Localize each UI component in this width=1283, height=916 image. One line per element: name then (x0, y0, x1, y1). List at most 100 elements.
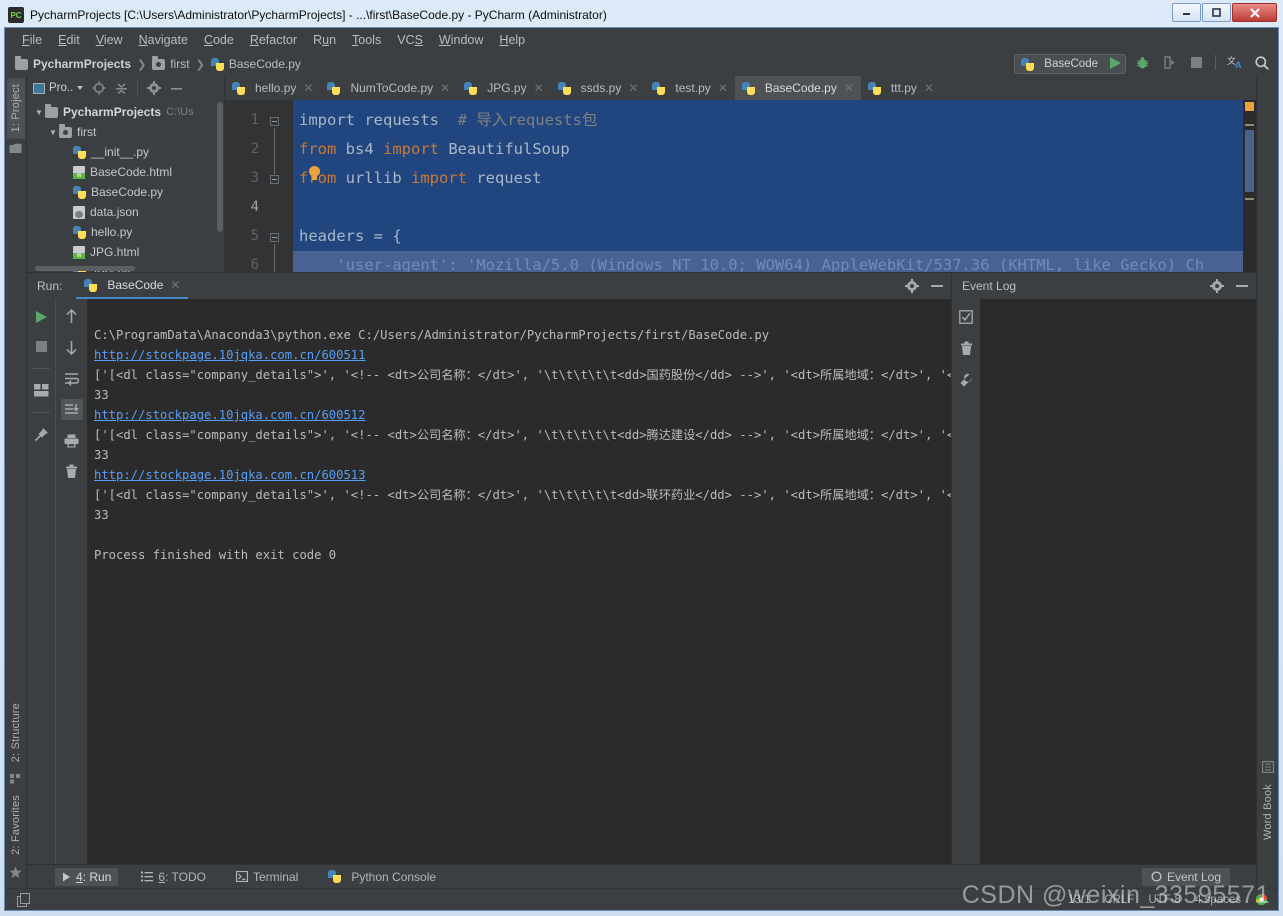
structure-icon[interactable] (9, 773, 22, 784)
menu-refactor[interactable]: Refactor (243, 31, 304, 49)
project-horizontal-scrollbar[interactable] (35, 266, 135, 271)
print-icon[interactable] (61, 430, 83, 451)
run-coverage-icon[interactable] (1161, 54, 1178, 71)
toggle-tool-windows-icon[interactable] (17, 893, 30, 907)
sidebar-item-project[interactable]: 1: Project (6, 78, 25, 139)
settings-wrench-icon[interactable] (955, 370, 977, 391)
close-icon[interactable]: ✕ (844, 81, 854, 95)
editor-gutter[interactable]: 1 2 3 4 5 6 (225, 100, 293, 272)
bottom-tab-run[interactable]: 4: Run (55, 867, 119, 886)
folder-icon[interactable] (9, 143, 22, 154)
menu-view[interactable]: View (89, 31, 130, 49)
sidebar-item-favorites[interactable]: 2: Favorites (7, 789, 25, 861)
mark-read-icon[interactable] (955, 306, 977, 327)
breadcrumb-item-project[interactable]: PycharmProjects (33, 57, 131, 71)
minimize-button[interactable] (1172, 3, 1201, 22)
stop-icon[interactable] (1188, 54, 1205, 71)
translate-icon[interactable]: 文 A (1226, 54, 1243, 71)
bottom-tab-python-console[interactable]: Python Console (321, 868, 443, 886)
word-book-icon[interactable] (1261, 760, 1274, 773)
sidebar-item-structure[interactable]: 2: Structure (7, 697, 25, 768)
fold-marker-line1[interactable] (270, 117, 279, 126)
stop-icon[interactable] (30, 336, 52, 357)
menu-file[interactable]: File (15, 31, 49, 49)
tree-node-jpg-html[interactable]: JPG.html (27, 242, 224, 262)
bottom-tab-terminal[interactable]: Terminal (229, 868, 305, 886)
breadcrumb-item-file[interactable]: BaseCode.py (229, 57, 301, 71)
menu-window[interactable]: Window (432, 31, 490, 49)
debug-icon[interactable] (1134, 54, 1151, 71)
editor-tab-numtocode-py[interactable]: NumToCode.py ✕ (320, 76, 457, 100)
console-link[interactable]: http://stockpage.10jqka.com.cn/600511 (94, 348, 366, 362)
sidebar-item-word-book[interactable]: Word Book (1259, 778, 1277, 846)
menu-code[interactable]: Code (197, 31, 241, 49)
project-vertical-scrollbar[interactable] (217, 102, 223, 232)
close-button[interactable] (1232, 3, 1277, 22)
breadcrumb-item-first[interactable]: first (170, 57, 189, 71)
fold-marker-line3[interactable] (270, 175, 279, 184)
tree-node-basecode-py[interactable]: BaseCode.py (27, 182, 224, 202)
pin-tab-icon[interactable] (30, 424, 52, 445)
editor-tab-jpg-py[interactable]: JPG.py ✕ (457, 76, 550, 100)
tree-node-data-json[interactable]: data.json (27, 202, 224, 222)
menu-navigate[interactable]: Navigate (132, 31, 195, 49)
maximize-button[interactable] (1202, 3, 1231, 22)
code-content[interactable]: import requests # 导入requests包 from bs4 i… (293, 100, 1243, 272)
rerun-icon[interactable] (30, 306, 52, 327)
tree-node-basecode-html[interactable]: BaseCode.html (27, 162, 224, 182)
chevron-down-icon[interactable]: ▼ (33, 108, 45, 117)
run-icon[interactable] (1107, 54, 1124, 71)
intention-bulb-icon[interactable] (309, 166, 320, 180)
clear-all-icon[interactable] (61, 461, 83, 482)
editor-tab-hello-py[interactable]: hello.py ✕ (225, 76, 320, 100)
layout-icon[interactable] (30, 380, 52, 401)
menu-vcs[interactable]: VCS (390, 31, 430, 49)
run-tab-basecode[interactable]: BaseCode ✕ (76, 273, 189, 299)
settings-gear-icon[interactable] (147, 81, 162, 95)
clear-all-icon[interactable] (955, 338, 977, 359)
tree-node-hello-py[interactable]: hello.py (27, 222, 224, 242)
soft-wrap-icon[interactable] (61, 368, 83, 389)
fold-marker-line5[interactable] (270, 233, 279, 242)
event-log-status-button[interactable]: Event Log (1141, 867, 1230, 886)
close-icon[interactable]: ✕ (170, 278, 180, 292)
bottom-tab-todo[interactable]: 6: TODO (134, 868, 213, 886)
chevron-down-icon[interactable]: ▼ (47, 128, 59, 137)
event-log-messages[interactable] (980, 299, 1256, 864)
tree-node-first[interactable]: ▼ first (27, 122, 224, 142)
editor-tab-ttt-py[interactable]: ttt.py ✕ (861, 76, 941, 100)
editor-tab-test-py[interactable]: test.py ✕ (645, 76, 734, 100)
line-separator[interactable]: CRLF (1104, 894, 1134, 906)
locate-icon[interactable] (92, 81, 106, 95)
project-tree[interactable]: ▼ PycharmProjects C:\Us ▼ first __init__… (27, 100, 224, 272)
project-panel-title[interactable]: Pro.. (33, 82, 84, 94)
console-link[interactable]: http://stockpage.10jqka.com.cn/600512 (94, 408, 366, 422)
hide-icon[interactable] (170, 82, 183, 95)
editor-vertical-scrollbar[interactable] (1243, 100, 1256, 272)
settings-gear-icon[interactable] (905, 279, 919, 293)
scrollbar-thumb[interactable] (1245, 130, 1254, 192)
scroll-to-end-icon[interactable] (60, 399, 83, 420)
search-everywhere-icon[interactable] (1253, 54, 1270, 71)
close-icon[interactable]: ✕ (440, 81, 450, 95)
down-arrow-icon[interactable] (61, 337, 83, 358)
close-icon[interactable]: ✕ (718, 81, 728, 95)
editor-tab-basecode-py[interactable]: BaseCode.py ✕ (734, 76, 861, 100)
tree-node-init-py[interactable]: __init__.py (27, 142, 224, 162)
close-icon[interactable]: ✕ (303, 81, 313, 95)
console-output[interactable]: C:\ProgramData\Anaconda3\python.exe C:/U… (87, 299, 951, 864)
collapse-all-icon[interactable] (115, 82, 128, 95)
indent-setting[interactable]: 4 spaces (1195, 894, 1241, 906)
editor-tab-ssds-py[interactable]: ssds.py ✕ (551, 76, 646, 100)
up-arrow-icon[interactable] (61, 306, 83, 327)
close-icon[interactable]: ✕ (534, 81, 544, 95)
git-branch-icon[interactable] (1255, 893, 1268, 906)
settings-gear-icon[interactable] (1210, 279, 1224, 293)
caret-position[interactable]: 13:1 (1068, 894, 1090, 906)
close-icon[interactable]: ✕ (628, 81, 638, 95)
editor-body[interactable]: 1 2 3 4 5 6 import requests # 导入requests… (225, 100, 1256, 272)
warning-marker[interactable] (1245, 102, 1254, 111)
console-link[interactable]: http://stockpage.10jqka.com.cn/600513 (94, 468, 366, 482)
hide-icon[interactable] (931, 285, 943, 287)
close-icon[interactable]: ✕ (924, 81, 934, 95)
